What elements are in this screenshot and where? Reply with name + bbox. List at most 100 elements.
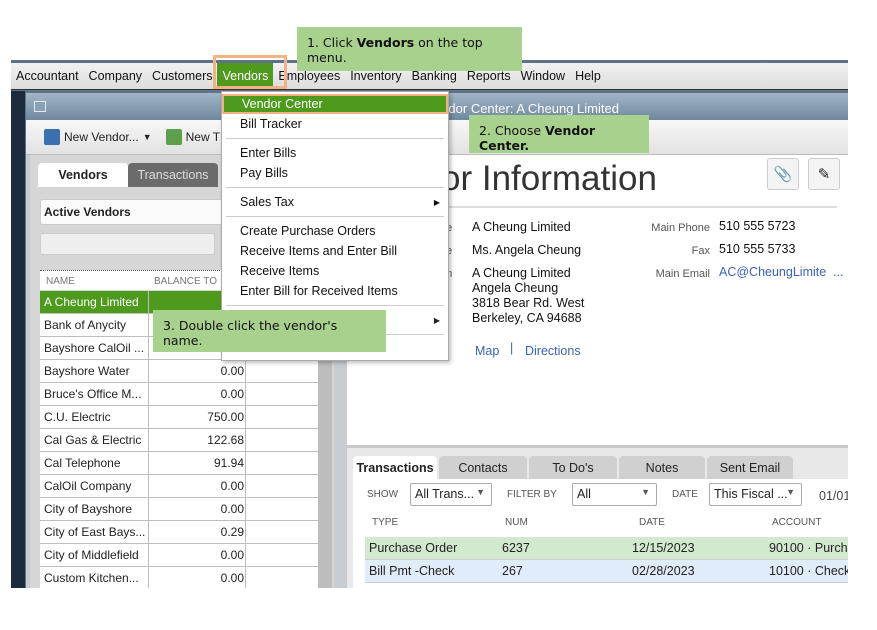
email-link[interactable]: AC@CheungLimite bbox=[719, 265, 826, 279]
vendor-row[interactable]: CalOil Company 0.00 bbox=[40, 475, 320, 498]
vendor-row[interactable]: Cal Telephone 91.94 bbox=[40, 452, 320, 475]
vendor-row[interactable]: Custom Kitchen... 0.00 bbox=[40, 567, 320, 588]
tab-notes[interactable]: Notes bbox=[619, 456, 705, 479]
vendor-balance: 0.00 bbox=[220, 502, 244, 516]
dropdown-arrow-icon: ▼ bbox=[786, 487, 795, 497]
vendor-name: City of East Bays... bbox=[44, 525, 146, 539]
callout-bold-text: Vendors bbox=[356, 35, 415, 50]
link-separator: | bbox=[510, 341, 514, 355]
vendor-name: Custom Kitchen... bbox=[44, 571, 139, 585]
tab-sent-email[interactable]: Sent Email bbox=[707, 456, 793, 479]
menu-separator bbox=[226, 216, 444, 217]
address-line: 3818 Bear Rd. West bbox=[472, 296, 585, 310]
menu-item-label: Receive Items and Enter Bill bbox=[240, 244, 398, 258]
vendor-name: Cal Telephone bbox=[44, 456, 121, 470]
window-menu-icon[interactable] bbox=[34, 101, 46, 112]
cell-type: Bill Pmt -Check bbox=[369, 564, 455, 578]
date-dropdown[interactable]: This Fiscal ... ▼ bbox=[709, 483, 802, 506]
new-vendor-label: New Vendor... bbox=[64, 130, 139, 144]
tab-transactions[interactable]: Transactions bbox=[128, 163, 218, 187]
vendor-filter-dropdown[interactable]: Active Vendors bbox=[40, 199, 225, 225]
menu-help[interactable]: Help bbox=[570, 63, 606, 89]
transaction-row[interactable]: Purchase Order 6237 12/15/2023 90100 · P… bbox=[365, 537, 848, 560]
vendor-name: City of Middlefield bbox=[44, 548, 139, 562]
address-line: Berkeley, CA 94688 bbox=[472, 311, 582, 325]
paperclip-icon: 📎 bbox=[773, 166, 793, 183]
filter-value: All bbox=[577, 487, 591, 501]
window-title: Vendor Center: A Cheung Limited bbox=[426, 101, 619, 116]
new-transactions-icon bbox=[165, 129, 182, 145]
map-link[interactable]: Map bbox=[475, 344, 499, 358]
attach-button[interactable]: 📎 bbox=[767, 158, 799, 190]
submenu-arrow-icon: ▶ bbox=[433, 316, 440, 325]
date-range: 01/01 bbox=[819, 489, 848, 503]
vendor-name: CalOil Company bbox=[44, 479, 132, 493]
main-phone-label: Main Phone bbox=[651, 222, 710, 234]
vendor-name: Bank of Anycity bbox=[44, 318, 127, 332]
menu-item-enter-bill-for-received-items[interactable]: Enter Bill for Received Items bbox=[222, 281, 448, 301]
tab-contacts[interactable]: Contacts bbox=[439, 456, 527, 479]
new-transactions-label: New T bbox=[185, 130, 221, 144]
vendor-search-input[interactable] bbox=[40, 233, 215, 255]
new-vendor-icon bbox=[44, 129, 60, 145]
address-line: A Cheung Limited bbox=[472, 266, 571, 280]
cell-type: Purchase Order bbox=[369, 541, 458, 555]
edit-vendor-button[interactable]: ✎ bbox=[808, 158, 840, 190]
show-dropdown[interactable]: All Trans... ▼ bbox=[410, 483, 492, 506]
vendor-balance: 0.00 bbox=[220, 387, 244, 401]
vendor-row[interactable]: Cal Gas & Electric 122.68 bbox=[40, 429, 320, 452]
menu-separator bbox=[226, 187, 444, 188]
menu-window[interactable]: Window bbox=[516, 63, 570, 89]
vendor-row[interactable]: City of Middlefield 0.00 bbox=[40, 544, 320, 567]
menu-company[interactable]: Company bbox=[84, 63, 148, 89]
address-line: Angela Cheung bbox=[472, 281, 559, 295]
dropdown-arrow-icon: ▼ bbox=[641, 487, 650, 497]
menu-item-label: Bill Tracker bbox=[240, 117, 302, 131]
company-name-value: A Cheung Limited bbox=[472, 220, 571, 234]
vendor-filter-value: Active Vendors bbox=[44, 205, 131, 219]
vendor-name: Bayshore Water bbox=[44, 364, 130, 378]
menu-item-pay-bills[interactable]: Pay Bills bbox=[222, 163, 448, 183]
main-phone-value: 510 555 5723 bbox=[719, 219, 796, 233]
show-label: SHOW bbox=[367, 489, 399, 500]
tab-vendors[interactable]: Vendors bbox=[38, 163, 128, 187]
vendor-name: Bayshore CalOil ... bbox=[44, 341, 145, 355]
email-more-link[interactable]: ... bbox=[833, 265, 843, 279]
date-value: This Fiscal ... bbox=[714, 487, 788, 501]
cell-num: 6237 bbox=[502, 541, 530, 555]
column-balance[interactable]: BALANCE TO bbox=[154, 276, 217, 287]
column-account[interactable]: ACCOUNT bbox=[772, 517, 821, 528]
menu-item-label: Receive Items bbox=[240, 264, 320, 278]
date-label: DATE bbox=[672, 489, 698, 500]
column-name[interactable]: NAME bbox=[46, 276, 75, 287]
menu-item-vendor-center[interactable]: Vendor Center bbox=[222, 94, 448, 114]
vendor-row[interactable]: Bruce's Office M... 0.00 bbox=[40, 383, 320, 406]
dropdown-arrow-icon: ▼ bbox=[476, 487, 485, 497]
vendor-row[interactable]: C.U. Electric 750.00 bbox=[40, 406, 320, 429]
menu-item-enter-bills[interactable]: Enter Bills bbox=[222, 143, 448, 163]
new-transactions-button[interactable]: New T bbox=[165, 129, 221, 145]
vendor-balance: 0.00 bbox=[220, 571, 244, 585]
filter-by-dropdown[interactable]: All ▼ bbox=[572, 483, 657, 506]
vendor-name: Bruce's Office M... bbox=[44, 387, 142, 401]
menu-accountant[interactable]: Accountant bbox=[11, 63, 84, 89]
tab-todos[interactable]: To Do's bbox=[529, 456, 617, 479]
menu-item-receive-items-and-enter-bill[interactable]: Receive Items and Enter Bill bbox=[222, 241, 448, 261]
column-type[interactable]: TYPE bbox=[372, 517, 398, 528]
menu-item-create-purchase-orders[interactable]: Create Purchase Orders bbox=[222, 221, 448, 241]
vendor-row[interactable]: Bayshore Water 0.00 bbox=[40, 360, 320, 383]
menu-item-bill-tracker[interactable]: Bill Tracker bbox=[222, 114, 448, 134]
vendor-row[interactable]: City of Bayshore 0.00 bbox=[40, 498, 320, 521]
directions-link[interactable]: Directions bbox=[525, 344, 581, 358]
menu-item-label: Create Purchase Orders bbox=[240, 224, 376, 238]
menu-customers[interactable]: Customers bbox=[147, 63, 217, 89]
vendor-row[interactable]: City of East Bays... 0.29 bbox=[40, 521, 320, 544]
tab-transactions-lower[interactable]: Transactions bbox=[353, 456, 437, 479]
new-vendor-button[interactable]: New Vendor... ▼ bbox=[44, 129, 152, 145]
menu-item-sales-tax[interactable]: Sales Tax ▶ bbox=[222, 192, 448, 212]
show-value: All Trans... bbox=[415, 487, 475, 501]
transaction-row[interactable]: Bill Pmt -Check 267 02/28/2023 10100 · C… bbox=[365, 560, 848, 583]
column-num[interactable]: NUM bbox=[505, 517, 528, 528]
menu-item-receive-items[interactable]: Receive Items bbox=[222, 261, 448, 281]
column-date[interactable]: DATE bbox=[639, 517, 665, 528]
